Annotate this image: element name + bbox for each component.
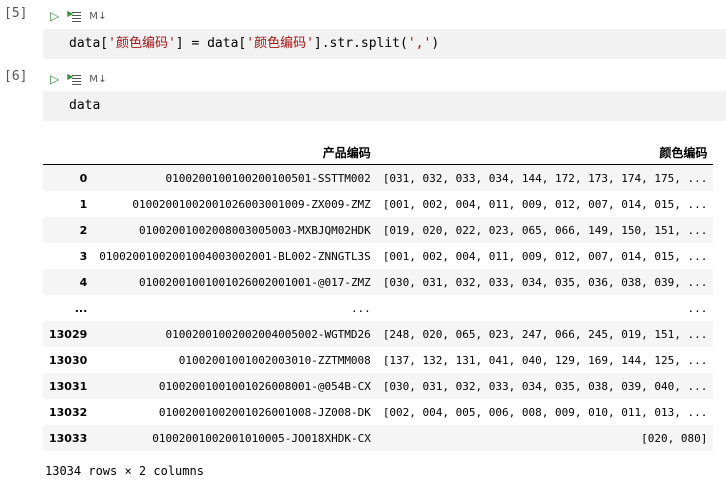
markdown-toggle-button[interactable]: M↓ xyxy=(89,11,107,22)
row-index: 13031 xyxy=(49,379,88,393)
color-code-cell: [248, 020, 065, 023, 247, 066, 245, 019,… xyxy=(382,327,708,341)
run-below-icon[interactable]: ▶ xyxy=(67,73,82,85)
run-cell-icon[interactable]: ▷ xyxy=(50,73,59,85)
run-below-icon[interactable]: ▶ xyxy=(67,10,82,22)
cell-toolbar: ▷ ▶ M↓ xyxy=(50,71,107,87)
product-code-cell: 01002001002001026003001009-ZX009-ZMZ xyxy=(132,197,371,211)
table-row: 4 01002001001001026002001001-@017-ZMZ [030… xyxy=(43,269,714,295)
table-row: 1 01002001002001026003001009-ZX009-ZMZ [00… xyxy=(43,191,713,217)
table-row: 13031 01002001001001026008001-@054B-CX [03… xyxy=(43,373,714,399)
dataframe-output: 产品编码 颜色编码 0 0100200100100200100501-SSTTM0… xyxy=(43,140,714,451)
table-row: 0 0100200100100200100501-SSTTM002 [031, 03… xyxy=(43,164,714,191)
product-code-cell: 01002001002001004003002001-BL002-ZNNGTL3… xyxy=(99,249,371,263)
product-code-cell: ... xyxy=(350,301,371,315)
product-code-cell: 01002001002001026001008-JZ008-DK xyxy=(158,405,371,419)
row-index: 13030 xyxy=(49,353,88,367)
product-code-cell: 01002001002002004005002-WGTMD26 xyxy=(165,327,371,341)
column-header-color-code: 颜色编码 xyxy=(376,140,714,165)
cell-toolbar: ▷ ▶ M↓ xyxy=(50,8,107,24)
color-code-cell: [002, 004, 005, 006, 008, 009, 010, 011,… xyxy=(382,405,708,419)
row-index: 0 xyxy=(79,171,88,185)
color-code-cell: [031, 032, 033, 034, 144, 172, 173, 174,… xyxy=(382,171,708,185)
code-line: data xyxy=(69,98,101,113)
color-code-cell: [020, 080] xyxy=(641,431,708,445)
color-code-cell: [019, 020, 022, 023, 065, 066, 149, 150,… xyxy=(382,223,708,237)
table-row: 13029 01002001002002004005002-WGTMD26 [248… xyxy=(43,321,714,347)
table-row: 13030 01002001001002003010-ZZTMM008 [137, … xyxy=(43,347,713,373)
column-header-product-code: 产品编码 xyxy=(93,140,377,165)
table-row: 13032 01002001002001026001008-JZ008-DK [00… xyxy=(43,399,713,425)
color-code-cell: [137, 132, 131, 041, 040, 129, 169, 144,… xyxy=(382,353,708,367)
table-row: 2 01002001002008003005003-MXBJQM02HDK [019… xyxy=(43,217,714,243)
row-index: 13032 xyxy=(49,405,88,419)
product-code-cell: 0100200100100200100501-SSTTM002 xyxy=(165,171,371,185)
row-index: 13029 xyxy=(49,327,88,341)
code-editor[interactable]: data['颜色编码'] = data['颜色编码'].str.split(',… xyxy=(43,29,726,59)
color-code-cell: [030, 031, 032, 033, 034, 035, 038, 039,… xyxy=(382,379,708,393)
row-index: 1 xyxy=(79,197,88,211)
product-code-cell: 01002001001001026002001001-@017-ZMZ xyxy=(139,275,371,289)
product-code-cell: 01002001001002003010-ZZTMM008 xyxy=(178,353,371,367)
color-code-cell: [030, 031, 032, 033, 034, 035, 036, 038,… xyxy=(382,275,708,289)
color-code-cell: ... xyxy=(687,301,708,315)
index-header xyxy=(43,140,94,165)
color-code-cell: [001, 002, 004, 011, 009, 012, 007, 014,… xyxy=(382,249,708,263)
table-row: ......... xyxy=(43,295,713,321)
execution-count: [5] xyxy=(4,6,28,21)
execution-count: [6] xyxy=(4,69,28,84)
dataframe-shape: 13034 rows × 2 columns xyxy=(45,464,204,478)
code-line: data['颜色编码'] = data['颜色编码'].str.split(',… xyxy=(69,36,440,51)
row-index: 2 xyxy=(79,223,88,237)
table-header-row: 产品编码 颜色编码 xyxy=(43,140,714,165)
table-row: 3 01002001002001004003002001-BL002-ZNNGTL… xyxy=(43,243,713,269)
table-row: 13033 01002001002001010005-JO018XHDK-CX [0… xyxy=(43,425,714,451)
row-index: 13033 xyxy=(49,431,88,445)
color-code-cell: [001, 002, 004, 011, 009, 012, 007, 014,… xyxy=(382,197,708,211)
run-cell-icon[interactable]: ▷ xyxy=(50,10,59,22)
product-code-cell: 01002001002008003005003-MXBJQM02HDK xyxy=(139,223,371,237)
row-index: 4 xyxy=(79,275,88,289)
markdown-toggle-button[interactable]: M↓ xyxy=(89,74,107,85)
product-code-cell: 01002001001001026008001-@054B-CX xyxy=(158,379,371,393)
row-index: 3 xyxy=(79,249,88,263)
code-editor[interactable]: data xyxy=(43,91,726,121)
row-index: ... xyxy=(74,301,88,315)
product-code-cell: 01002001002001010005-JO018XHDK-CX xyxy=(152,431,371,445)
